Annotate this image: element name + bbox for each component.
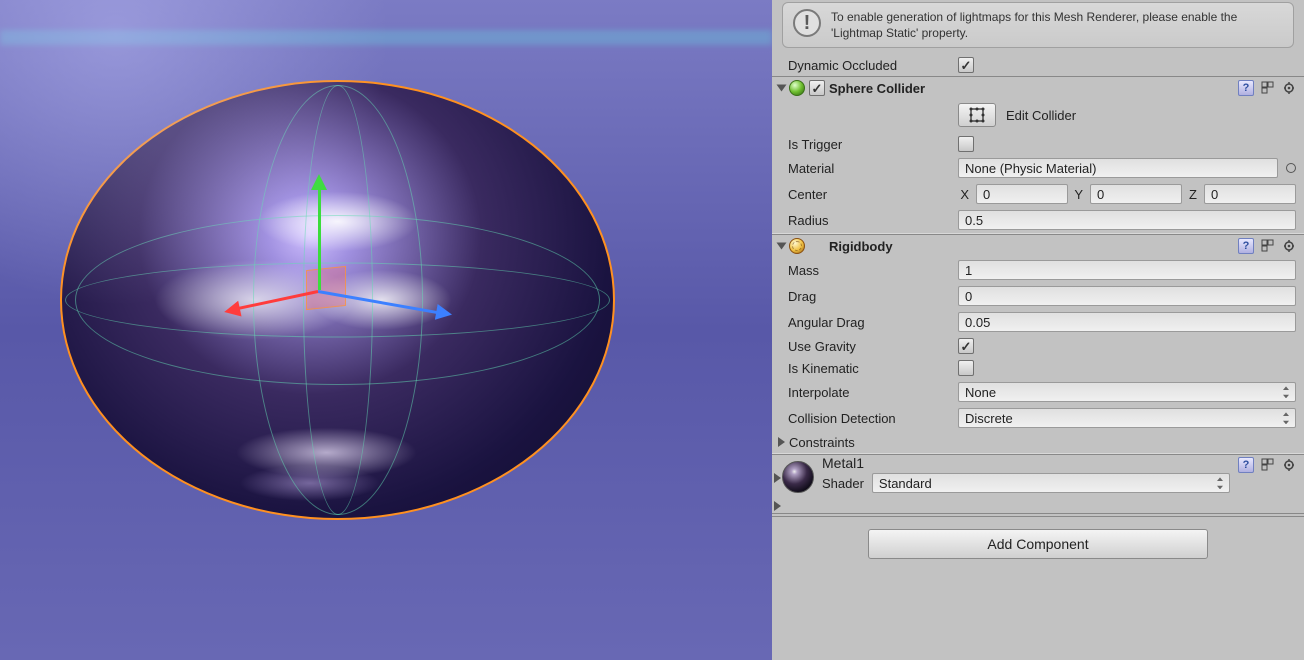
center-x-field[interactable]: 0 [976,184,1068,204]
rigidbody-header[interactable]: Rigidbody ? [772,235,1304,257]
use-gravity-label: Use Gravity [788,339,958,354]
collider-wireframe [65,263,610,338]
angular-drag-field[interactable]: 0.05 [958,312,1296,332]
gizmo-x-axis[interactable] [318,290,447,316]
preset-icon[interactable] [1260,457,1276,473]
dynamic-occluded-label: Dynamic Occluded [788,58,958,73]
center-label: Center [788,187,958,202]
info-text: To enable generation of lightmaps for th… [831,9,1283,41]
mass-field[interactable]: 1 [958,260,1296,280]
foldout-icon[interactable] [774,501,781,511]
sphere-collider-title: Sphere Collider [829,81,1234,96]
gizmo-y-axis[interactable] [318,180,321,290]
info-box: ! To enable generation of lightmaps for … [782,2,1294,48]
mass-label: Mass [788,263,958,278]
shader-label: Shader [822,476,864,491]
add-component-button[interactable]: Add Component [868,529,1208,559]
shader-dropdown[interactable]: Standard [872,473,1230,493]
material-preview-icon[interactable] [782,461,814,493]
interpolate-dropdown[interactable]: None [958,382,1296,402]
edit-collider-button[interactable] [958,103,996,127]
constraints-label[interactable]: Constraints [789,435,959,450]
is-trigger-label: Is Trigger [788,137,958,152]
material-label: Material [788,161,958,176]
preset-icon[interactable] [1260,238,1276,254]
material-name: Metal1 [822,455,1230,471]
radius-label: Radius [788,213,958,228]
help-icon[interactable]: ? [1238,238,1254,254]
interpolate-label: Interpolate [788,385,958,400]
transform-gizmo[interactable] [318,290,319,291]
rigidbody-section: Rigidbody ? Mass 1 Drag 0 Angular Drag 0… [772,234,1304,454]
collider-wireframe [253,85,423,515]
dynamic-occluded-checkbox[interactable]: ✓ [958,57,974,73]
gear-icon[interactable] [1282,80,1298,96]
sphere-collider-section: ✓ Sphere Collider ? Edit Collider Is Tri… [772,76,1304,234]
preset-icon[interactable] [1260,80,1276,96]
collision-detection-dropdown[interactable]: Discrete [958,408,1296,428]
collision-detection-label: Collision Detection [788,411,958,426]
x-label: X [958,187,972,202]
sphere-collider-enable-checkbox[interactable]: ✓ [809,80,825,96]
foldout-icon[interactable] [777,243,787,250]
angular-drag-label: Angular Drag [788,315,958,330]
edit-collider-label: Edit Collider [1006,108,1076,123]
inspector-panel: ! To enable generation of lightmaps for … [772,0,1304,660]
is-kinematic-label: Is Kinematic [788,361,958,376]
gizmo-z-axis[interactable] [230,290,319,312]
drag-field[interactable]: 0 [958,286,1296,306]
collider-wireframe [75,215,600,385]
physic-material-field[interactable]: None (Physic Material) [958,158,1278,178]
is-kinematic-checkbox[interactable] [958,360,974,376]
collider-wireframe [303,85,373,515]
radius-field[interactable]: 0.5 [958,210,1296,230]
is-trigger-checkbox[interactable] [958,136,974,152]
foldout-icon[interactable] [777,85,787,92]
gizmo-center-handle[interactable] [306,266,346,310]
foldout-icon[interactable] [774,473,781,483]
z-label: Z [1186,187,1200,202]
drag-label: Drag [788,289,958,304]
y-label: Y [1072,187,1086,202]
sphere-collider-header[interactable]: ✓ Sphere Collider ? [772,77,1304,99]
rigidbody-icon [789,238,805,254]
sphere-mesh [60,80,615,520]
center-z-field[interactable]: 0 [1204,184,1296,204]
object-picker-icon[interactable] [1286,163,1296,173]
help-icon[interactable]: ? [1238,457,1254,473]
sphere-object[interactable] [60,80,615,520]
foldout-icon[interactable] [778,437,785,447]
material-section: Metal1 Shader Standard ? [772,454,1304,511]
use-gravity-checkbox[interactable]: ✓ [958,338,974,354]
rigidbody-title: Rigidbody [829,239,1234,254]
sphere-collider-icon [789,80,805,96]
info-icon: ! [793,9,821,37]
gear-icon[interactable] [1282,238,1298,254]
scene-viewport[interactable] [0,0,772,660]
help-icon[interactable]: ? [1238,80,1254,96]
center-y-field[interactable]: 0 [1090,184,1182,204]
gear-icon[interactable] [1282,457,1298,473]
dynamic-occluded-row: Dynamic Occluded ✓ [772,54,1304,76]
